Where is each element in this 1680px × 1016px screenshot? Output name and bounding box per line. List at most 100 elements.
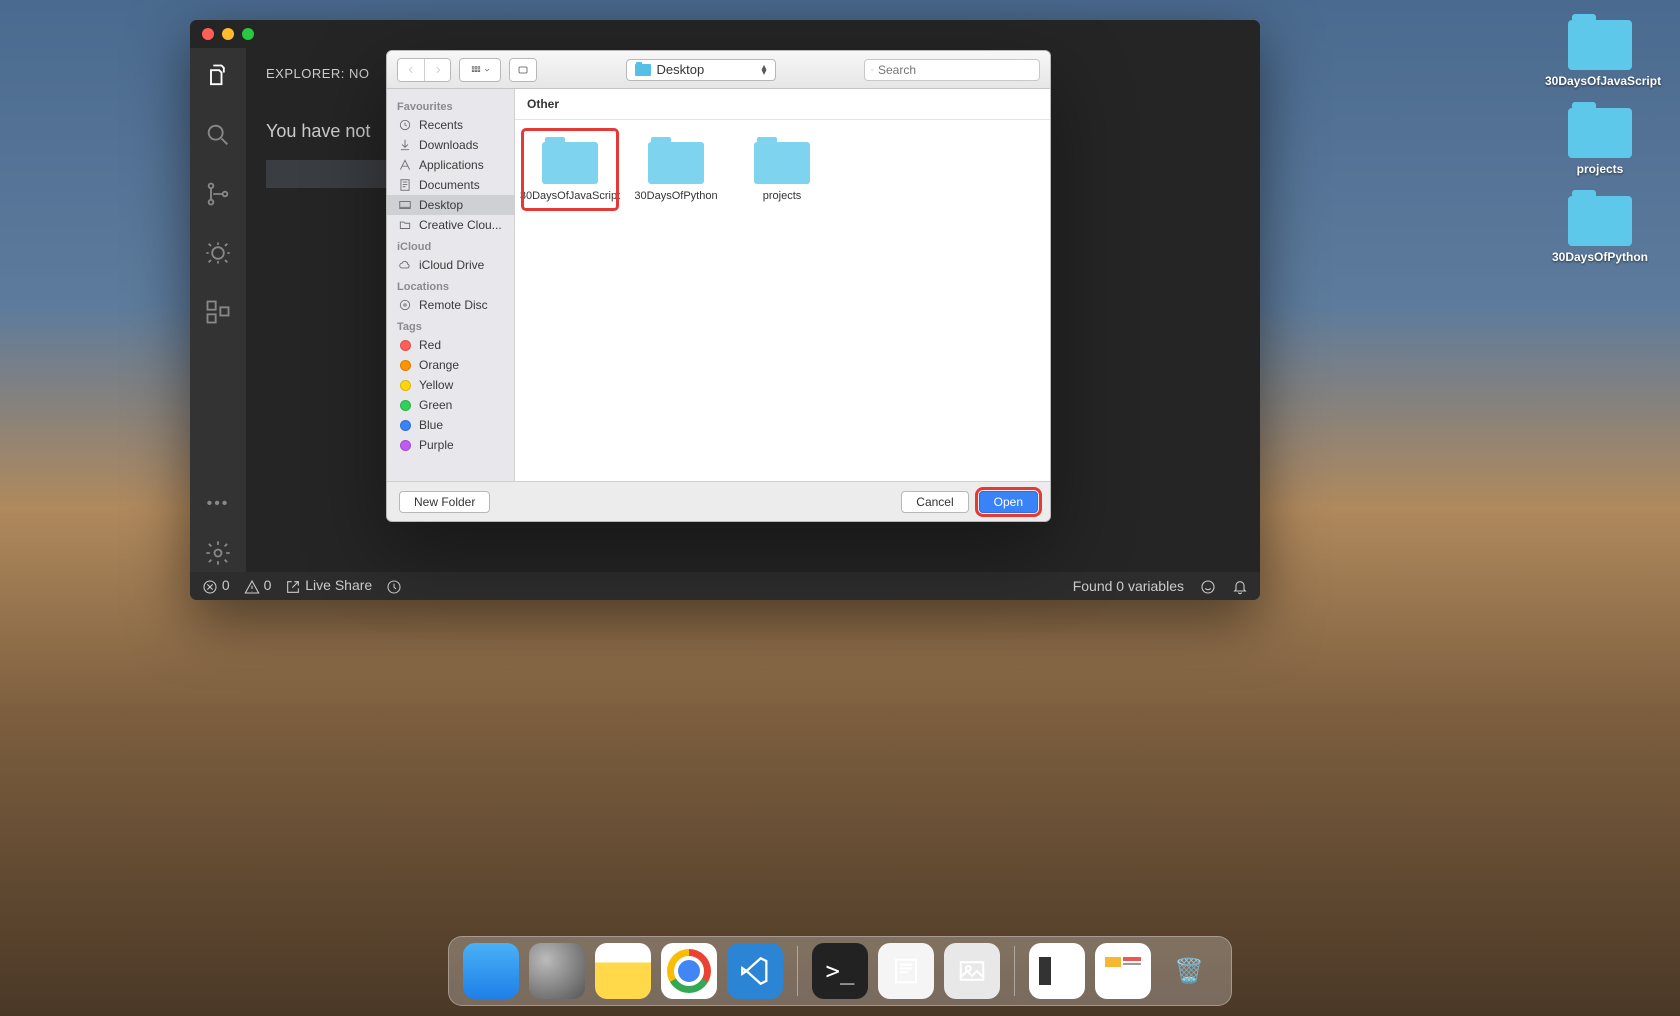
new-folder-button[interactable]: New Folder (399, 491, 490, 513)
sidebar-item-label: Applications (419, 158, 484, 172)
sidebar-item-label: iCloud Drive (419, 258, 484, 272)
folder-icon (1568, 196, 1632, 246)
open-button[interactable]: Open (979, 491, 1038, 513)
desktop-folder-label: 30DaysOfJavaScript (1545, 74, 1655, 88)
notifications-bell-icon[interactable] (1232, 577, 1248, 594)
dock-window-preview-2[interactable] (1095, 943, 1151, 999)
folder-item[interactable]: 30DaysOfJavaScript (523, 130, 617, 209)
sidebar-section-locations: Locations (387, 275, 514, 295)
sidebar-item-creative-clou-[interactable]: Creative Clou... (387, 215, 514, 235)
sidebar-item-recents[interactable]: Recents (387, 115, 514, 135)
debug-icon[interactable] (204, 239, 232, 272)
desktop-folder[interactable]: 30DaysOfPython (1540, 196, 1660, 264)
sidebar-item-icon (397, 138, 413, 152)
settings-gear-icon[interactable] (204, 539, 232, 572)
window-close-button[interactable] (202, 28, 214, 40)
dock-window-preview-1[interactable] (1029, 943, 1085, 999)
dock-terminal-icon[interactable]: >_ (812, 943, 868, 999)
dock-chrome-icon[interactable] (661, 943, 717, 999)
window-minimize-button[interactable] (222, 28, 234, 40)
folder-label: projects (763, 190, 802, 203)
sidebar-item-label: Desktop (419, 198, 463, 212)
sidebar-item-documents[interactable]: Documents (387, 175, 514, 195)
sidebar-section-favourites: Favourites (387, 95, 514, 115)
tag-dot-icon (400, 340, 411, 351)
feedback-smiley-icon[interactable] (1200, 577, 1216, 594)
folder-item[interactable]: projects (735, 130, 829, 209)
dock: >_ 🗑️ (448, 936, 1232, 1006)
dock-trash-icon[interactable]: 🗑️ (1161, 943, 1217, 999)
sidebar-item-label: Downloads (419, 138, 478, 152)
group-button[interactable] (510, 59, 536, 81)
sidebar-item-applications[interactable]: Applications (387, 155, 514, 175)
sidebar-tag-orange[interactable]: Orange (387, 355, 514, 375)
sidebar-item-label: Recents (419, 118, 463, 132)
sidebar-item-downloads[interactable]: Downloads (387, 135, 514, 155)
search-icon[interactable] (204, 121, 232, 154)
folder-icon (635, 64, 651, 76)
desktop-folder-label: 30DaysOfPython (1552, 250, 1648, 264)
forward-button[interactable] (424, 59, 450, 81)
sidebar-tag-red[interactable]: Red (387, 335, 514, 355)
history-icon[interactable] (386, 577, 402, 594)
sidebar-item-label: Orange (419, 358, 459, 372)
explorer-icon[interactable] (204, 62, 232, 95)
extensions-icon[interactable] (204, 298, 232, 331)
warning-status[interactable]: 0 (244, 577, 272, 594)
window-maximize-button[interactable] (242, 28, 254, 40)
sidebar-item-icon (397, 178, 413, 192)
tag-dot-icon (400, 380, 411, 391)
folder-icon (754, 142, 810, 184)
error-status[interactable]: 0 (202, 577, 230, 594)
sidebar-item-icon (397, 118, 413, 132)
dock-preview-icon[interactable] (944, 943, 1000, 999)
dock-vscode-icon[interactable] (727, 943, 783, 999)
more-icon[interactable]: ••• (207, 495, 230, 513)
sidebar-tag-green[interactable]: Green (387, 395, 514, 415)
sidebar-item-label: Green (419, 398, 452, 412)
sidebar-item-label: Documents (419, 178, 480, 192)
folder-icon (1568, 108, 1632, 158)
sidebar-tag-purple[interactable]: Purple (387, 435, 514, 455)
sidebar-item-label: Purple (419, 438, 454, 452)
disc-icon (397, 298, 413, 312)
sidebar-item-label: Red (419, 338, 441, 352)
dock-notes-icon[interactable] (595, 943, 651, 999)
desktop-folder[interactable]: 30DaysOfJavaScript (1540, 20, 1660, 88)
finder-toolbar: Desktop ▴▾ (387, 51, 1050, 89)
tag-dot-icon (400, 420, 411, 431)
group-segment (509, 58, 537, 82)
folder-item[interactable]: 30DaysOfPython (629, 130, 723, 209)
content-section-title: Other (515, 89, 1050, 120)
folder-label: 30DaysOfJavaScript (520, 190, 620, 203)
vscode-status-bar: 0 0 Live Share Found 0 variables (190, 572, 1260, 600)
dock-finder-icon[interactable] (463, 943, 519, 999)
search-input[interactable] (878, 63, 1033, 77)
finder-sidebar: Favourites Recents Downloads Applications Do… (387, 89, 515, 481)
location-popup[interactable]: Desktop ▴▾ (626, 59, 776, 81)
sidebar-section-icloud: iCloud (387, 235, 514, 255)
sidebar-item-icon (397, 198, 413, 212)
sidebar-tag-yellow[interactable]: Yellow (387, 375, 514, 395)
dock-launchpad-icon[interactable] (529, 943, 585, 999)
sidebar-item-remote-disc[interactable]: Remote Disc (387, 295, 514, 315)
source-control-icon[interactable] (204, 180, 232, 213)
sidebar-section-tags: Tags (387, 315, 514, 335)
dock-textedit-icon[interactable] (878, 943, 934, 999)
updown-icon: ▴▾ (761, 65, 766, 75)
sidebar-item-icon (397, 158, 413, 172)
search-field[interactable] (864, 59, 1040, 81)
back-button[interactable] (398, 59, 424, 81)
live-share-button[interactable]: Live Share (285, 577, 372, 594)
sidebar-item-desktop[interactable]: Desktop (387, 195, 514, 215)
sidebar-tag-blue[interactable]: Blue (387, 415, 514, 435)
sidebar-item-icloud-drive[interactable]: iCloud Drive (387, 255, 514, 275)
view-options-button[interactable] (460, 59, 500, 81)
desktop-folder[interactable]: projects (1540, 108, 1660, 176)
cancel-button[interactable]: Cancel (901, 491, 968, 513)
variables-status[interactable]: Found 0 variables (1073, 578, 1184, 594)
folder-icon (648, 142, 704, 184)
folder-label: 30DaysOfPython (634, 190, 717, 203)
vscode-activity-bar: ••• (190, 48, 246, 572)
tag-dot-icon (400, 400, 411, 411)
